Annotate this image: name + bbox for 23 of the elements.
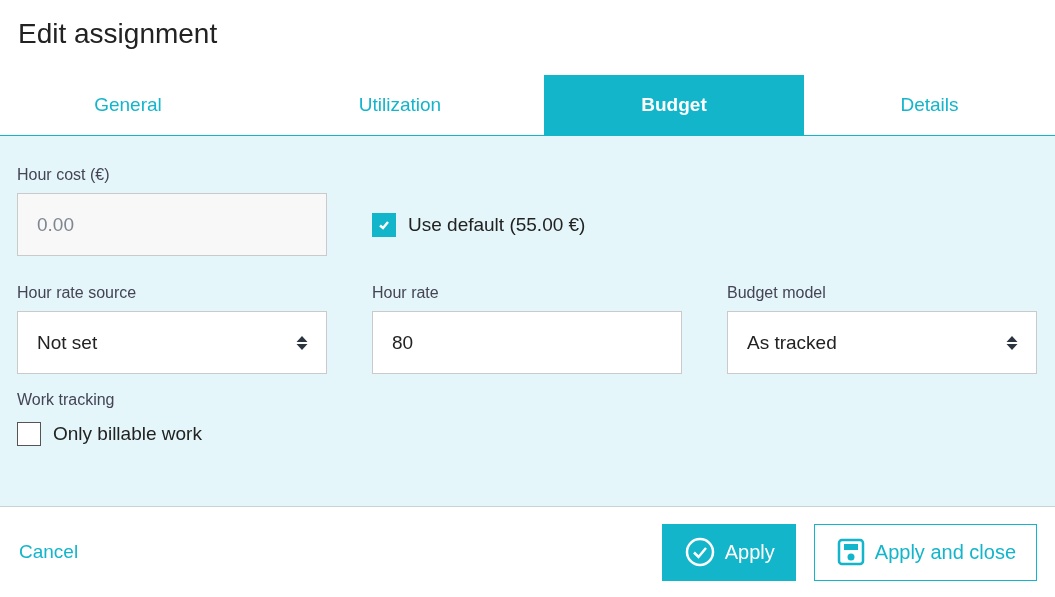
apply-and-close-button[interactable]: Apply and close	[813, 523, 1037, 581]
select-field[interactable]: Not set	[17, 311, 327, 374]
select-value: As tracked	[747, 331, 837, 354]
checkbox[interactable]	[17, 422, 41, 446]
apply-button[interactable]: Apply	[661, 523, 796, 581]
check-circle-icon	[684, 537, 715, 567]
field-label: Hour rate source	[17, 284, 138, 303]
checkbox-label: Use default (55.00 €)	[408, 213, 586, 236]
field-label: Hour rate	[372, 284, 440, 303]
sort-arrows-icon	[296, 334, 308, 351]
field-label: Work tracking	[17, 391, 116, 410]
cancel-link[interactable]: Cancel	[19, 541, 79, 563]
field-label: Hour cost (€)	[17, 166, 111, 185]
dialog-title: Edit assignment	[17, 17, 219, 51]
tab[interactable]: Budget	[544, 75, 804, 135]
field-label: Budget model	[727, 284, 827, 303]
save-icon	[836, 538, 865, 566]
sort-arrows-icon	[1006, 334, 1018, 351]
checkbox-label: Only billable work	[53, 423, 202, 445]
select-field[interactable]: As tracked	[727, 311, 1037, 374]
checkbox[interactable]	[372, 212, 396, 237]
input-field[interactable]: 80	[372, 311, 682, 374]
select-value: Not set	[37, 331, 98, 354]
